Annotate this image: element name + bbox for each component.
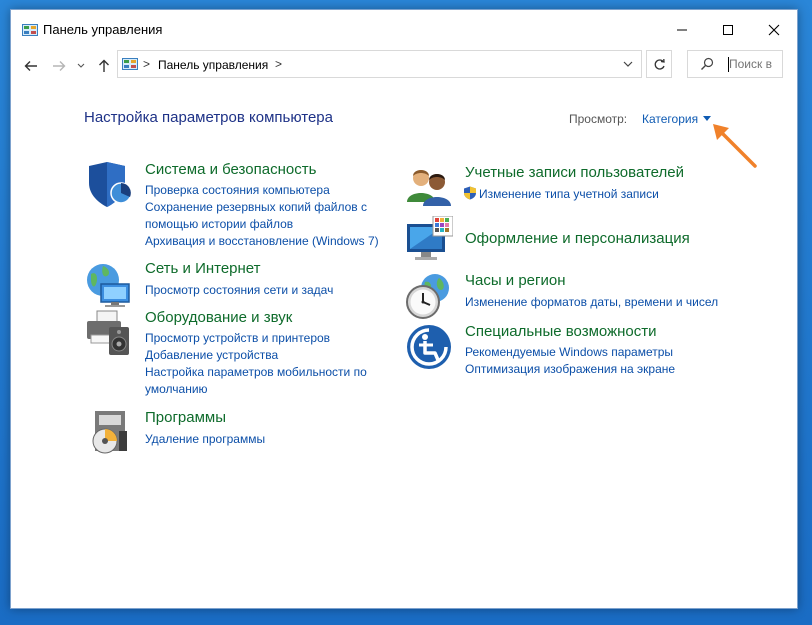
up-button[interactable] xyxy=(93,55,115,77)
maximize-icon xyxy=(723,24,733,35)
category-title[interactable]: Сеть и Интернет xyxy=(145,260,261,277)
orange-arrow-icon xyxy=(713,124,757,168)
user-accounts-icon xyxy=(407,170,451,206)
page-title: Настройка параметров компьютера xyxy=(84,109,333,126)
caret-down-icon[interactable] xyxy=(703,116,711,121)
network-globe-icon xyxy=(87,264,130,307)
recent-locations-button[interactable] xyxy=(73,55,89,77)
minimize-button[interactable] xyxy=(659,10,705,49)
accessibility-icon xyxy=(407,325,451,369)
minimize-icon xyxy=(677,29,687,30)
link-network-status[interactable]: Просмотр состояния сети и задач xyxy=(145,282,385,299)
link-file-history-backup[interactable]: Сохранение резервных копий файлов с помо… xyxy=(145,199,385,233)
close-icon xyxy=(768,24,780,35)
link-backup-restore[interactable]: Архивация и восстановление (Windows 7) xyxy=(145,233,385,250)
link-check-computer-status[interactable]: Проверка состояния компьютера xyxy=(145,182,385,199)
category-title[interactable]: Программы xyxy=(145,409,226,426)
address-bar[interactable]: > Панель управления > xyxy=(117,50,642,78)
printer-speaker-icon xyxy=(87,310,129,355)
breadcrumb-separator-trailing[interactable]: > xyxy=(275,57,282,71)
breadcrumb-control-panel[interactable]: Панель управления xyxy=(158,58,268,72)
search-box[interactable] xyxy=(687,50,783,78)
forward-arrow-icon xyxy=(53,61,66,71)
view-by-label: Просмотр: xyxy=(569,112,628,126)
link-devices-printers[interactable]: Просмотр устройств и принтеров xyxy=(145,330,385,347)
security-shield-icon xyxy=(89,162,132,207)
refresh-button[interactable] xyxy=(646,50,672,78)
link-change-account-type[interactable]: Изменение типа учетной записи xyxy=(463,186,703,203)
category-title[interactable]: Учетные записи пользователей xyxy=(465,164,684,181)
back-button[interactable] xyxy=(20,55,42,77)
breadcrumb-separator[interactable]: > xyxy=(143,57,150,71)
clock-globe-icon xyxy=(406,274,449,319)
category-title[interactable]: Система и безопасность xyxy=(145,161,316,178)
refresh-icon xyxy=(654,58,665,70)
category-title[interactable]: Специальные возможности xyxy=(465,323,657,340)
link-mobility-settings[interactable]: Настройка параметров мобильности по умол… xyxy=(145,364,385,398)
control-panel-icon xyxy=(22,24,38,36)
forward-button[interactable] xyxy=(48,55,70,77)
category-title[interactable]: Оборудование и звук xyxy=(145,309,292,326)
back-arrow-icon xyxy=(24,61,37,71)
programs-disc-icon xyxy=(92,411,127,454)
close-button[interactable] xyxy=(751,10,797,49)
monitor-palette-icon xyxy=(407,216,453,260)
control-panel-icon xyxy=(122,58,138,70)
chevron-down-icon xyxy=(623,61,633,67)
up-arrow-icon xyxy=(99,59,109,72)
uac-shield-icon xyxy=(464,186,476,200)
window-title: Панель управления xyxy=(43,22,163,37)
title-bar: Панель управления xyxy=(11,10,797,49)
search-icon xyxy=(701,57,714,70)
chevron-down-icon xyxy=(77,63,85,68)
category-title[interactable]: Часы и регион xyxy=(465,272,566,289)
control-panel-window: Панель управления > Панель управления > … xyxy=(10,9,798,609)
link-uninstall-program[interactable]: Удаление программы xyxy=(145,431,385,448)
link-optimize-display[interactable]: Оптимизация изображения на экране xyxy=(465,361,705,378)
link-recommended-settings[interactable]: Рекомендуемые Windows параметры xyxy=(465,344,705,361)
link-change-account-type-label[interactable]: Изменение типа учетной записи xyxy=(479,187,659,201)
link-date-time-formats[interactable]: Изменение форматов даты, времени и чисел xyxy=(465,294,718,311)
category-title[interactable]: Оформление и персонализация xyxy=(465,230,690,247)
search-input[interactable] xyxy=(729,55,779,73)
link-add-device[interactable]: Добавление устройства xyxy=(145,347,385,364)
maximize-button[interactable] xyxy=(705,10,751,49)
view-by-dropdown[interactable]: Категория xyxy=(642,112,698,126)
address-dropdown-button[interactable] xyxy=(618,56,638,72)
